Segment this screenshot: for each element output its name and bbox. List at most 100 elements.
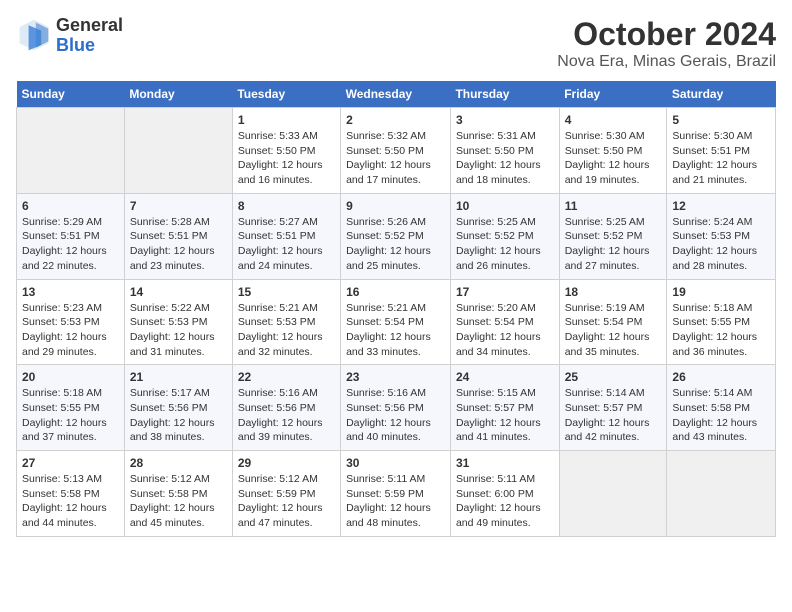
day-number: 20 (22, 370, 119, 384)
col-header-tuesday: Tuesday (232, 81, 340, 108)
day-info: Sunrise: 5:25 AMSunset: 5:52 PMDaylight:… (565, 215, 662, 274)
day-cell: 29 Sunrise: 5:12 AMSunset: 5:59 PMDayligh… (232, 451, 340, 537)
page-title: October 2024 (557, 16, 776, 53)
day-cell: 7 Sunrise: 5:28 AMSunset: 5:51 PMDaylight… (124, 193, 232, 279)
day-cell: 4 Sunrise: 5:30 AMSunset: 5:50 PMDaylight… (559, 108, 667, 194)
day-cell: 27 Sunrise: 5:13 AMSunset: 5:58 PMDayligh… (17, 451, 125, 537)
day-info: Sunrise: 5:16 AMSunset: 5:56 PMDaylight:… (346, 386, 445, 445)
title-block: October 2024 Nova Era, Minas Gerais, Bra… (557, 16, 776, 71)
day-info: Sunrise: 5:18 AMSunset: 5:55 PMDaylight:… (22, 386, 119, 445)
day-number: 22 (238, 370, 335, 384)
day-info: Sunrise: 5:26 AMSunset: 5:52 PMDaylight:… (346, 215, 445, 274)
logo-general: General (56, 15, 123, 35)
day-info: Sunrise: 5:16 AMSunset: 5:56 PMDaylight:… (238, 386, 335, 445)
day-number: 26 (672, 370, 770, 384)
day-cell: 3 Sunrise: 5:31 AMSunset: 5:50 PMDaylight… (450, 108, 559, 194)
day-number: 29 (238, 456, 335, 470)
day-cell: 28Sunrise: 5:12 AMSunset: 5:58 PMDayligh… (124, 451, 232, 537)
day-info: Sunrise: 5:25 AMSunset: 5:52 PMDaylight:… (456, 215, 554, 274)
col-header-saturday: Saturday (667, 81, 776, 108)
day-cell: 26Sunrise: 5:14 AMSunset: 5:58 PMDayligh… (667, 365, 776, 451)
day-cell: 21 Sunrise: 5:17 AMSunset: 5:56 PMDayligh… (124, 365, 232, 451)
day-cell (17, 108, 125, 194)
day-cell: 8Sunrise: 5:27 AMSunset: 5:51 PMDaylight… (232, 193, 340, 279)
col-header-thursday: Thursday (450, 81, 559, 108)
day-info: Sunrise: 5:20 AMSunset: 5:54 PMDaylight:… (456, 301, 554, 360)
logo-text: General Blue (56, 16, 123, 56)
page-subtitle: Nova Era, Minas Gerais, Brazil (557, 53, 776, 71)
day-cell (124, 108, 232, 194)
day-info: Sunrise: 5:12 AMSunset: 5:59 PMDaylight:… (238, 472, 335, 531)
day-info: Sunrise: 5:30 AMSunset: 5:50 PMDaylight:… (565, 129, 662, 188)
day-cell: 24Sunrise: 5:15 AMSunset: 5:57 PMDayligh… (450, 365, 559, 451)
col-header-sunday: Sunday (17, 81, 125, 108)
day-number: 1 (238, 113, 335, 127)
week-row-2: 6Sunrise: 5:29 AMSunset: 5:51 PMDaylight… (17, 193, 776, 279)
day-cell: 15Sunrise: 5:21 AMSunset: 5:53 PMDayligh… (232, 279, 340, 365)
day-info: Sunrise: 5:17 AMSunset: 5:56 PMDaylight:… (130, 386, 227, 445)
day-info: Sunrise: 5:14 AMSunset: 5:57 PMDaylight:… (565, 386, 662, 445)
col-header-monday: Monday (124, 81, 232, 108)
week-row-1: 1Sunrise: 5:33 AMSunset: 5:50 PMDaylight… (17, 108, 776, 194)
day-cell: 14 Sunrise: 5:22 AMSunset: 5:53 PMDayligh… (124, 279, 232, 365)
week-row-4: 20 Sunrise: 5:18 AMSunset: 5:55 PMDayligh… (17, 365, 776, 451)
week-row-5: 27 Sunrise: 5:13 AMSunset: 5:58 PMDayligh… (17, 451, 776, 537)
day-number: 21 (130, 370, 227, 384)
day-cell: 20 Sunrise: 5:18 AMSunset: 5:55 PMDayligh… (17, 365, 125, 451)
col-header-wednesday: Wednesday (341, 81, 451, 108)
day-number: 8 (238, 199, 335, 213)
day-cell: 23Sunrise: 5:16 AMSunset: 5:56 PMDayligh… (341, 365, 451, 451)
day-info: Sunrise: 5:21 AMSunset: 5:54 PMDaylight:… (346, 301, 445, 360)
day-number: 14 (130, 285, 227, 299)
day-number: 17 (456, 285, 554, 299)
day-cell: 30 Sunrise: 5:11 AMSunset: 5:59 PMDayligh… (341, 451, 451, 537)
day-cell: 25Sunrise: 5:14 AMSunset: 5:57 PMDayligh… (559, 365, 667, 451)
day-info: Sunrise: 5:30 AMSunset: 5:51 PMDaylight:… (672, 129, 770, 188)
day-number: 9 (346, 199, 445, 213)
day-number: 30 (346, 456, 445, 470)
day-cell: 9 Sunrise: 5:26 AMSunset: 5:52 PMDaylight… (341, 193, 451, 279)
day-number: 15 (238, 285, 335, 299)
day-cell (559, 451, 667, 537)
day-cell: 10 Sunrise: 5:25 AMSunset: 5:52 PMDayligh… (450, 193, 559, 279)
day-number: 10 (456, 199, 554, 213)
week-row-3: 13 Sunrise: 5:23 AMSunset: 5:53 PMDayligh… (17, 279, 776, 365)
day-cell: 22 Sunrise: 5:16 AMSunset: 5:56 PMDayligh… (232, 365, 340, 451)
day-number: 18 (565, 285, 662, 299)
day-info: Sunrise: 5:23 AMSunset: 5:53 PMDaylight:… (22, 301, 119, 360)
day-info: Sunrise: 5:24 AMSunset: 5:53 PMDaylight:… (672, 215, 770, 274)
day-info: Sunrise: 5:11 AMSunset: 5:59 PMDaylight:… (346, 472, 445, 531)
calendar-table: SundayMondayTuesdayWednesdayThursdayFrid… (16, 81, 776, 537)
header-row: SundayMondayTuesdayWednesdayThursdayFrid… (17, 81, 776, 108)
day-info: Sunrise: 5:29 AMSunset: 5:51 PMDaylight:… (22, 215, 119, 274)
day-info: Sunrise: 5:13 AMSunset: 5:58 PMDaylight:… (22, 472, 119, 531)
day-info: Sunrise: 5:19 AMSunset: 5:54 PMDaylight:… (565, 301, 662, 360)
day-info: Sunrise: 5:28 AMSunset: 5:51 PMDaylight:… (130, 215, 227, 274)
day-cell: 2 Sunrise: 5:32 AMSunset: 5:50 PMDaylight… (341, 108, 451, 194)
day-number: 2 (346, 113, 445, 127)
day-cell: 12Sunrise: 5:24 AMSunset: 5:53 PMDayligh… (667, 193, 776, 279)
day-info: Sunrise: 5:12 AMSunset: 5:58 PMDaylight:… (130, 472, 227, 531)
day-cell: 18 Sunrise: 5:19 AMSunset: 5:54 PMDayligh… (559, 279, 667, 365)
day-cell: 17 Sunrise: 5:20 AMSunset: 5:54 PMDayligh… (450, 279, 559, 365)
day-info: Sunrise: 5:32 AMSunset: 5:50 PMDaylight:… (346, 129, 445, 188)
day-number: 11 (565, 199, 662, 213)
day-cell: 1Sunrise: 5:33 AMSunset: 5:50 PMDaylight… (232, 108, 340, 194)
day-cell: 16Sunrise: 5:21 AMSunset: 5:54 PMDayligh… (341, 279, 451, 365)
day-number: 31 (456, 456, 554, 470)
day-number: 27 (22, 456, 119, 470)
day-info: Sunrise: 5:22 AMSunset: 5:53 PMDaylight:… (130, 301, 227, 360)
logo-icon (16, 18, 52, 54)
day-info: Sunrise: 5:31 AMSunset: 5:50 PMDaylight:… (456, 129, 554, 188)
day-cell: 31Sunrise: 5:11 AMSunset: 6:00 PMDayligh… (450, 451, 559, 537)
day-cell (667, 451, 776, 537)
day-number: 3 (456, 113, 554, 127)
col-header-friday: Friday (559, 81, 667, 108)
day-number: 24 (456, 370, 554, 384)
day-number: 7 (130, 199, 227, 213)
day-number: 13 (22, 285, 119, 299)
day-number: 4 (565, 113, 662, 127)
page-header: General Blue October 2024 Nova Era, Mina… (16, 16, 776, 71)
day-cell: 13 Sunrise: 5:23 AMSunset: 5:53 PMDayligh… (17, 279, 125, 365)
day-cell: 6Sunrise: 5:29 AMSunset: 5:51 PMDaylight… (17, 193, 125, 279)
